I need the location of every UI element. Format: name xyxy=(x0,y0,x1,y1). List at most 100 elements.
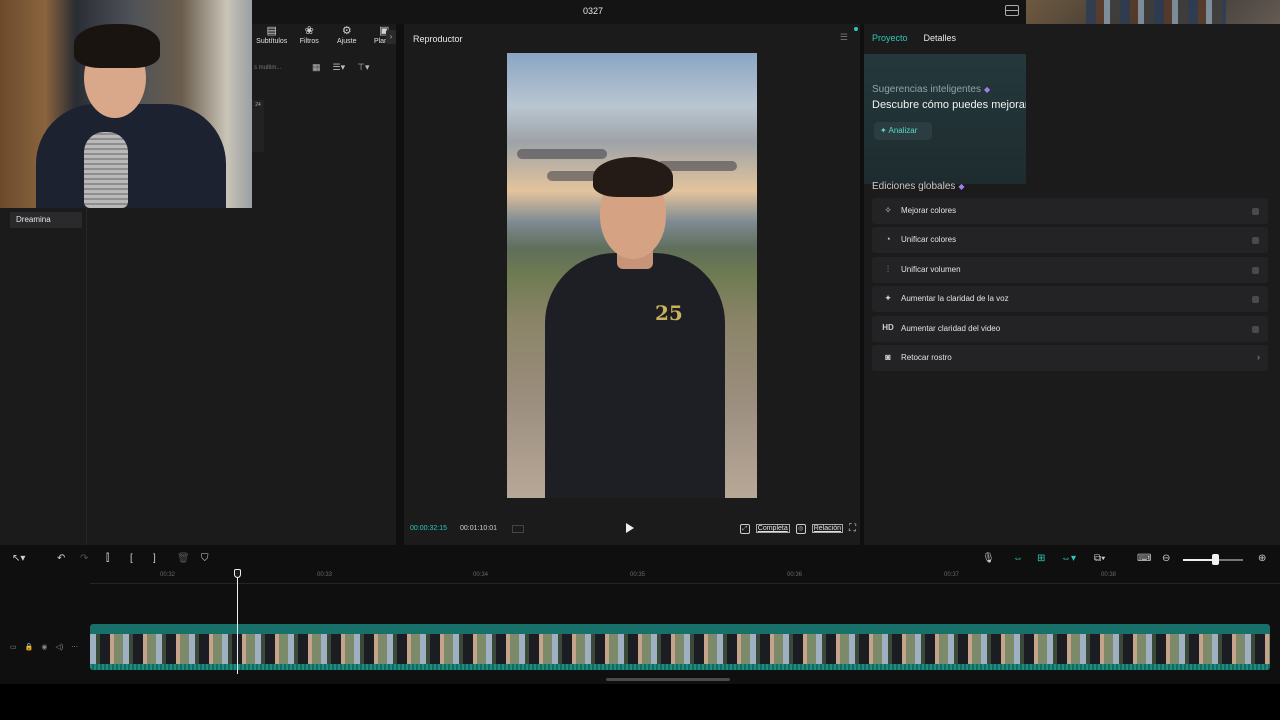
shirt-logo: 25 xyxy=(655,301,683,325)
cloud xyxy=(517,149,607,159)
premium-gem-icon: ◆ xyxy=(958,182,965,191)
select-cursor-icon[interactable]: ↖▾ xyxy=(12,553,25,564)
chevron-right-icon[interactable]: › xyxy=(1257,352,1260,362)
hd-icon: HD xyxy=(882,322,894,332)
tab-subtitles[interactable]: ▤ Subtítulos xyxy=(256,24,288,54)
playhead[interactable] xyxy=(237,570,238,674)
media-search-input[interactable]: s multim... xyxy=(254,60,300,76)
edit-label: Unificar volumen xyxy=(901,264,961,274)
zoom-in-icon[interactable]: ⊕ xyxy=(1258,553,1266,564)
trim-right-icon[interactable]: ] xyxy=(153,553,156,564)
status-dot xyxy=(854,27,858,31)
edit-toggle[interactable] xyxy=(1252,296,1259,304)
video-clip[interactable] xyxy=(90,624,1270,670)
shirt xyxy=(545,253,725,498)
current-time: 00:00:32:15 xyxy=(410,525,447,532)
timeline-ruler[interactable]: 00:32 00:33 00:34 00:35 00:36 00:37 00:3… xyxy=(90,570,1280,584)
speaker-icon[interactable]: ◁) xyxy=(55,643,63,651)
edit-enhance-colors[interactable]: ✧ Mejorar colores xyxy=(872,198,1268,224)
player-title: Reproductor xyxy=(413,34,463,44)
tab-adjust[interactable]: ⚙ Ajuste xyxy=(331,24,363,54)
sidebar-divider xyxy=(86,208,87,545)
redo-icon[interactable]: ↷ xyxy=(80,553,88,564)
ruler-tick: 00:33 xyxy=(317,572,333,578)
ratio-button[interactable]: Relación xyxy=(811,524,843,533)
undo-icon[interactable]: ↶ xyxy=(57,553,65,564)
tab-project[interactable]: Proyecto xyxy=(872,33,908,43)
grid-view-icon[interactable]: ▦ xyxy=(312,62,321,73)
edit-toggle[interactable] xyxy=(1252,208,1259,215)
split-icon[interactable]: ⫿ xyxy=(106,553,109,564)
snap-icon[interactable]: ⧉▾ xyxy=(1094,553,1105,564)
fullscreen-icon[interactable]: ⛶ xyxy=(849,523,856,534)
edit-toggle[interactable] xyxy=(1252,266,1259,274)
unify-colors-icon: ◔ xyxy=(885,234,891,245)
edit-unify-volume[interactable]: ⫶ Unificar volumen xyxy=(872,256,1268,283)
edit-voice-clarity[interactable]: ✦ Aumentar la claridad de la voz xyxy=(872,286,1268,313)
edit-label: Retocar rostro xyxy=(901,352,952,362)
crop-icon[interactable]: ⤢ xyxy=(739,523,750,534)
edit-label: Aumentar la claridad de la voz xyxy=(901,294,1009,304)
voice-clarity-icon: ✦ xyxy=(884,293,892,304)
playhead-handle[interactable] xyxy=(234,569,241,578)
zoom-out-icon[interactable]: ⊖ xyxy=(1162,553,1170,564)
ruler-tick: 00:37 xyxy=(944,572,960,578)
total-time: 00:01:10:01 xyxy=(460,525,497,532)
delete-icon[interactable]: 🗑 xyxy=(177,553,190,564)
captions-icon[interactable]: ⌨ xyxy=(1137,553,1151,564)
edit-toggle[interactable] xyxy=(1252,325,1259,333)
edit-toggle[interactable] xyxy=(1252,237,1259,245)
timecode-grid-icon[interactable] xyxy=(512,525,524,533)
tabs-scroll-right-icon[interactable]: › xyxy=(386,30,396,44)
track-cover-icon[interactable]: ▭ xyxy=(10,643,17,651)
quality-button[interactable]: Completa xyxy=(755,524,790,533)
link-clips-icon[interactable]: ⇔ xyxy=(1013,553,1023,564)
suggestions-title-text: Sugerencias inteligentes xyxy=(872,84,981,95)
video-preview[interactable]: 25 xyxy=(507,53,757,498)
trim-left-icon[interactable]: [ xyxy=(130,553,133,564)
timeline-scrollbar[interactable] xyxy=(606,678,730,681)
person-hair xyxy=(74,24,160,68)
ruler-tick: 00:38 xyxy=(1101,572,1117,578)
sidebar-item-dreamina[interactable]: Dreamina xyxy=(10,212,82,228)
tab-details[interactable]: Detalles xyxy=(924,33,957,43)
track-controls: ▭ 🔒 ◉ ◁) ⋯ xyxy=(10,643,78,651)
player-controls: 00:00:32:15 00:01:10:01 ⤢ Completa ◎ Rel… xyxy=(404,520,860,540)
global-edits-title: Ediciones globales ◆ xyxy=(872,181,965,192)
lock-icon[interactable]: 🔒 xyxy=(25,643,34,651)
preview-axis-icon[interactable]: ⇔▾ xyxy=(1061,553,1076,564)
clip-waveform xyxy=(90,664,1270,670)
play-icon[interactable] xyxy=(626,523,634,533)
microphone-icon[interactable]: 🎙 xyxy=(982,553,995,564)
more-icon[interactable]: ⋯ xyxy=(71,643,78,651)
eye-icon[interactable]: ◉ xyxy=(41,643,47,651)
edit-label: Unificar colores xyxy=(901,235,957,245)
enhance-colors-icon: ✧ xyxy=(884,205,892,215)
marker-icon[interactable]: ⛉ xyxy=(201,553,209,564)
zoom-slider-handle[interactable] xyxy=(1212,554,1219,565)
edit-label: Mejorar colores xyxy=(901,206,957,215)
zoom-slider-fill xyxy=(1183,559,1215,561)
adjust-icon: ⚙ xyxy=(341,25,352,37)
tab-adjust-label: Ajuste xyxy=(337,38,357,45)
bottom-bar xyxy=(0,684,1280,720)
suggestions-title: Sugerencias inteligentes ◆ xyxy=(872,84,990,95)
sort-icon[interactable]: ☰▾ xyxy=(333,62,346,73)
analyze-label: Analizar xyxy=(888,126,918,135)
main-track-magnet-icon[interactable]: ⊞ xyxy=(1037,553,1045,564)
edit-video-clarity[interactable]: HD Aumentar claridad del video xyxy=(872,315,1268,342)
filter-icon[interactable]: ⊤▾ xyxy=(357,62,369,73)
side-badge: 24 xyxy=(252,100,264,152)
player-panel: Reproductor ☰ 25 00:00:32:15 00:01:10:01… xyxy=(404,24,860,545)
tab-filters[interactable]: ❀ Filtros xyxy=(294,24,326,54)
details-panel: Proyecto Detalles Sugerencias inteligent… xyxy=(864,24,1280,545)
global-edits-list: ✧ Mejorar colores ◔ Unificar colores ⫶ U… xyxy=(872,198,1268,374)
edit-face-retouch[interactable]: ◙ Retocar rostro › xyxy=(872,344,1268,371)
player-menu-icon[interactable]: ☰ xyxy=(840,32,848,43)
screenshot-icon[interactable]: ◎ xyxy=(795,523,806,534)
layout-toggle-icon[interactable] xyxy=(1005,5,1019,16)
ruler-tick: 00:34 xyxy=(473,572,489,578)
edit-unify-colors[interactable]: ◔ Unificar colores xyxy=(872,227,1268,254)
analyze-button[interactable]: ✦ Analizar xyxy=(874,122,932,140)
microphone xyxy=(84,132,128,208)
